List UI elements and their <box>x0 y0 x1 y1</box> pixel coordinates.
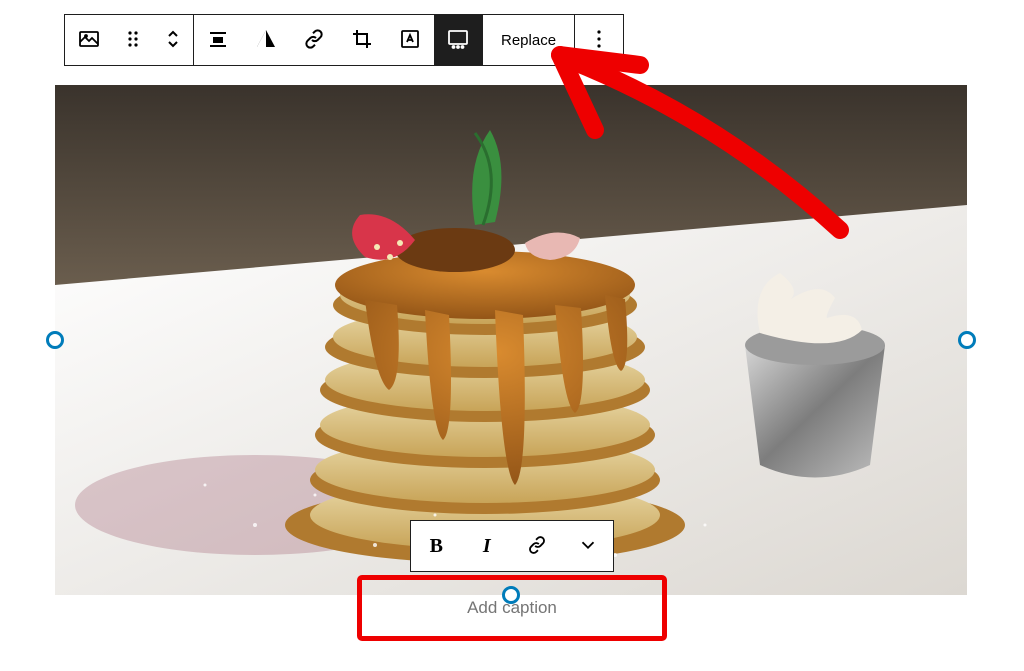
caption-annotation-box <box>357 575 667 641</box>
toolbar-drag-move <box>113 15 193 65</box>
duotone-icon <box>254 27 278 54</box>
move-updown-button[interactable] <box>153 15 193 65</box>
image-block[interactable] <box>55 85 967 595</box>
crop-icon <box>350 27 374 54</box>
link-icon <box>302 27 326 54</box>
resize-handle-right[interactable] <box>958 331 976 349</box>
replace-button[interactable]: Replace <box>483 15 574 65</box>
caption-toggle-button[interactable] <box>434 15 482 65</box>
crop-button[interactable] <box>338 15 386 65</box>
bold-icon: B <box>430 535 443 558</box>
food-illustration <box>55 85 967 595</box>
drag-handle-icon <box>121 27 145 54</box>
toolbar-group-block <box>65 15 194 65</box>
block-toolbar: Replace <box>64 14 624 66</box>
link-button[interactable] <box>290 15 338 65</box>
text-overlay-button[interactable] <box>386 15 434 65</box>
move-updown-icon <box>161 27 185 54</box>
caption-input[interactable] <box>362 598 662 618</box>
toolbar-group-replace: Replace <box>483 15 575 65</box>
chevron-down-icon <box>577 534 599 559</box>
bold-button[interactable]: B <box>411 521 462 571</box>
more-options-button[interactable] <box>575 15 623 65</box>
italic-button[interactable]: I <box>462 521 513 571</box>
align-icon <box>206 27 230 54</box>
link-icon <box>526 534 548 559</box>
image-icon <box>77 27 101 54</box>
align-button[interactable] <box>194 15 242 65</box>
caption-toolbar: B I <box>410 520 614 572</box>
block-type-button[interactable] <box>65 15 113 65</box>
toolbar-group-more <box>575 15 623 65</box>
image-content <box>55 85 967 595</box>
drag-handle-button[interactable] <box>113 15 153 65</box>
toolbar-group-format <box>194 15 483 65</box>
text-overlay-icon <box>398 27 422 54</box>
caption-more-button[interactable] <box>563 521 614 571</box>
caption-link-button[interactable] <box>512 521 563 571</box>
more-vertical-icon <box>587 27 611 54</box>
italic-icon: I <box>483 535 491 558</box>
duotone-button[interactable] <box>242 15 290 65</box>
caption-icon <box>446 27 470 54</box>
resize-handle-left[interactable] <box>46 331 64 349</box>
